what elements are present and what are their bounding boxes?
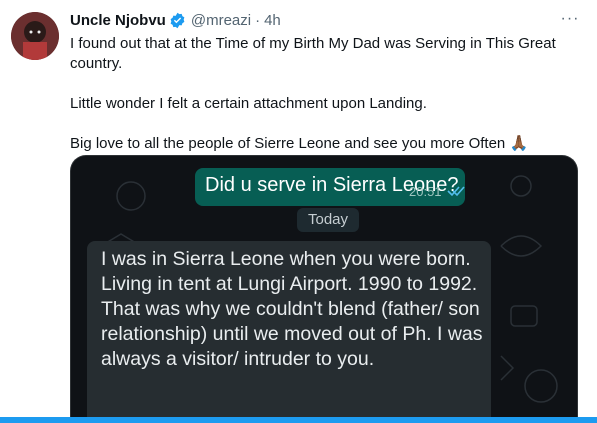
date-divider: Today (297, 208, 359, 232)
author-name[interactable]: Uncle Njobvu (70, 12, 166, 29)
incoming-message-bubble: I was in Sierra Leone when you were born… (87, 241, 491, 423)
tweet-text-line: I found out that at the Time of my Birth… (70, 35, 556, 72)
read-receipt-icon (447, 186, 465, 197)
tweet[interactable]: Uncle Njobvu @mreazi · 4h ··· I found ou… (0, 0, 597, 423)
more-options-icon[interactable]: ··· (559, 9, 581, 31)
tweet-media-image[interactable]: Did u serve in Sierra Leone? 20:51 Today… (70, 155, 578, 423)
tweet-text-line: Big love to all the people of Sierre Leo… (70, 135, 529, 152)
outgoing-message-bubble: Did u serve in Sierra Leone? 20:51 (195, 168, 465, 206)
tweet-text-line: Little wonder I felt a certain attachmen… (70, 95, 427, 112)
incoming-message-text: I was in Sierra Leone when you were born… (101, 247, 487, 372)
tweet-timestamp[interactable]: 4h (264, 12, 281, 29)
message-time: 20:51 (409, 184, 442, 199)
tweet-text: I found out that at the Time of my Birth… (70, 34, 575, 154)
separator-dot: · (255, 11, 261, 29)
author-handle[interactable]: @mreazi (191, 12, 251, 29)
bottom-accent-bar (0, 417, 597, 423)
incoming-message-line: That was why we couldn't blend (father/ … (101, 298, 483, 370)
tweet-header: Uncle Njobvu @mreazi · 4h (70, 9, 281, 31)
verified-badge-icon (170, 12, 185, 28)
incoming-message-line: I was in Sierra Leone when you were born… (101, 248, 478, 295)
avatar[interactable] (11, 12, 59, 60)
